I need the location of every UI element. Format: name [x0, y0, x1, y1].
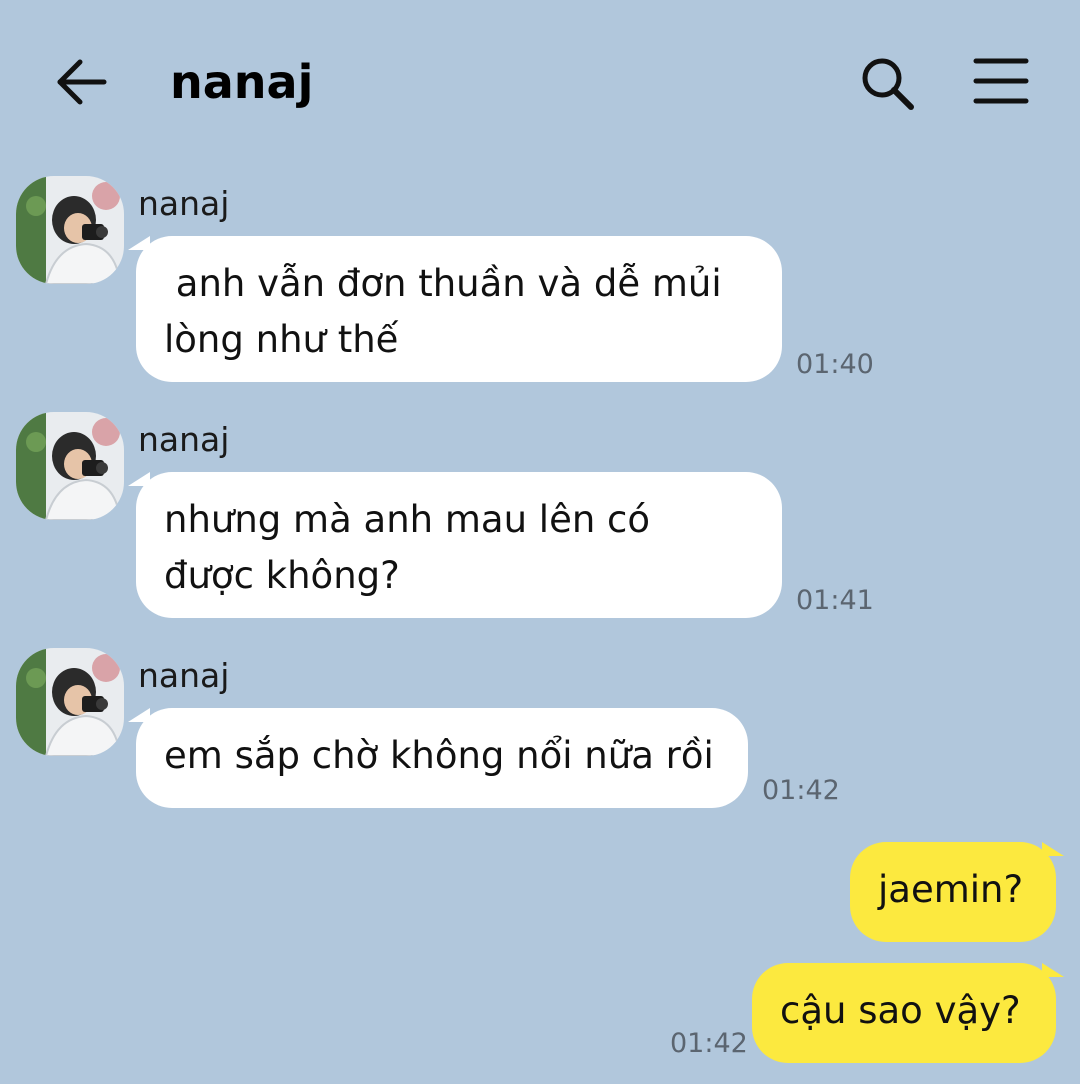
my-message-bubble[interactable]: cậu sao vậy?: [752, 963, 1064, 1063]
chat-title: nanaj: [170, 55, 314, 109]
message-time: 01:42: [762, 775, 840, 806]
sender-name: nanaj: [138, 656, 230, 695]
search-button[interactable]: [856, 52, 918, 114]
avatar[interactable]: [16, 176, 124, 284]
back-button[interactable]: [50, 52, 110, 112]
profile-photo-icon: [16, 648, 124, 756]
message-bubble[interactable]: nhưng mà anh mau lên có được không?: [128, 472, 782, 618]
chat-header: nanaj: [0, 0, 1080, 160]
hamburger-menu-icon: [973, 58, 1029, 104]
sender-name: nanaj: [138, 184, 230, 223]
message-bubble[interactable]: anh vẫn đơn thuần và dễ mủi lòng như thế: [128, 236, 782, 382]
message-time: 01:42: [670, 1028, 748, 1059]
profile-photo-icon: [16, 412, 124, 520]
search-icon: [862, 58, 914, 110]
message-bubble[interactable]: em sắp chờ không nổi nữa rồi: [128, 708, 748, 808]
arrow-left-icon: [57, 59, 107, 105]
message-time: 01:40: [796, 349, 874, 380]
sender-name: nanaj: [138, 420, 230, 459]
menu-button[interactable]: [970, 52, 1032, 114]
profile-photo-icon: [16, 176, 124, 284]
avatar[interactable]: [16, 648, 124, 756]
my-message-bubble[interactable]: jaemin?: [850, 842, 1064, 942]
avatar[interactable]: [16, 412, 124, 520]
message-time: 01:41: [796, 585, 874, 616]
